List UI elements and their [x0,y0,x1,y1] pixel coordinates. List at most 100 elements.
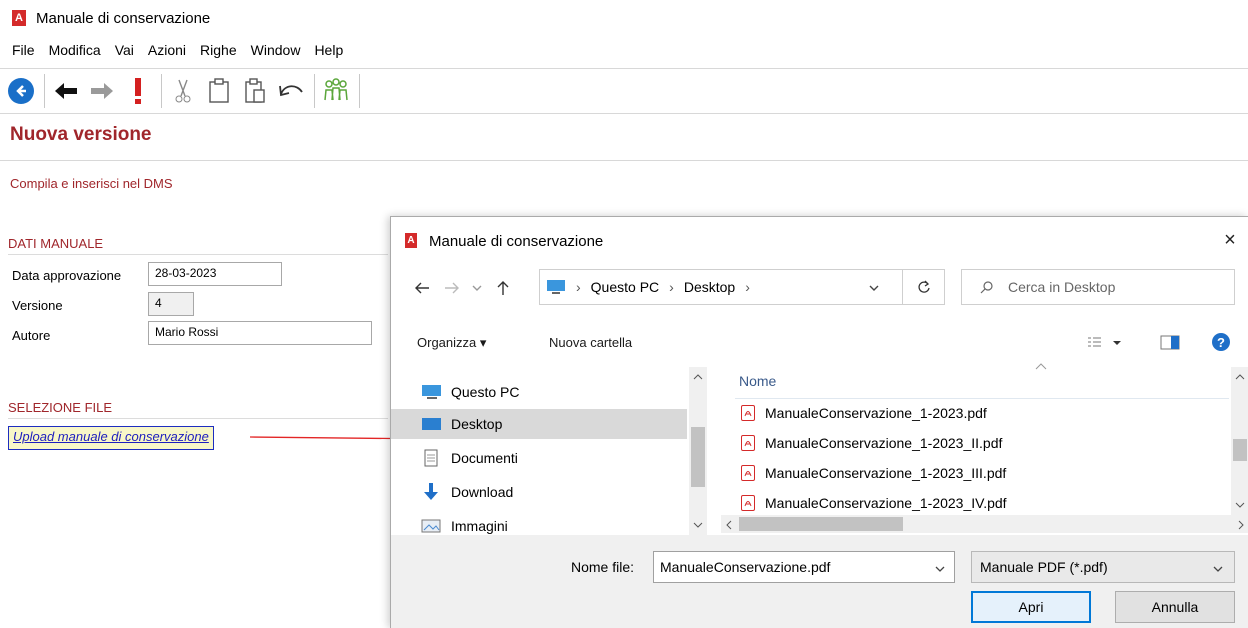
monitor-icon [421,384,441,400]
svg-text:?: ? [1217,335,1225,350]
title-bar: A Manuale di conservazione [0,0,1248,36]
menu-righe[interactable]: Righe [200,42,239,64]
nav-label: Questo PC [451,384,520,400]
section-divider [8,254,388,255]
new-folder-button[interactable]: Nuova cartella [549,335,632,350]
address-bar[interactable]: › Questo PC › Desktop › [539,269,903,305]
pdf-file-icon [741,465,755,481]
nav-item-download[interactable]: Download [421,477,513,507]
undo-icon [279,85,303,97]
upload-manuale-link[interactable]: Upload manuale di conservazione [8,426,214,450]
file-name-input[interactable]: ManualeConservazione.pdf [653,551,955,583]
breadcrumb-questo-pc[interactable]: Questo PC [591,279,659,295]
nav-label: Immagini [451,518,508,534]
address-separator: › [669,279,674,295]
download-icon [421,483,441,500]
nav-label: Desktop [451,416,503,432]
scissors-icon [175,79,191,103]
open-button[interactable]: Apri [971,591,1091,623]
dialog-title: Manuale di conservazione [429,233,604,250]
users-button[interactable] [321,73,351,109]
h-scroll-thumb[interactable] [739,517,903,531]
address-separator: › [745,279,750,295]
versione-input[interactable]: 4 [148,292,194,316]
file-name: ManualeConservazione_1-2023_III.pdf [765,465,1007,481]
file-name: ManualeConservazione_1-2023.pdf [765,405,987,421]
menu-vai[interactable]: Vai [115,42,136,64]
data-approvazione-input[interactable]: 28-03-2023 [148,262,282,286]
file-scroll-thumb[interactable] [1233,439,1247,461]
file-name: ManualeConservazione_1-2023_IV.pdf [765,495,1007,511]
help-icon[interactable]: ? [1211,332,1231,352]
file-name: ManualeConservazione_1-2023_II.pdf [765,435,1003,451]
label-versione: Versione [12,298,63,313]
app-logo-icon: A [12,10,26,26]
column-header-nome[interactable]: Nome [739,373,776,389]
nav-scroll-thumb[interactable] [691,427,705,487]
menu-file[interactable]: File [12,42,37,64]
breadcrumb-desktop[interactable]: Desktop [684,279,735,295]
sort-ascending-icon [1035,363,1047,370]
preview-pane-button[interactable] [1159,333,1181,351]
view-options-button[interactable] [1087,335,1127,351]
toolbar [0,68,1248,114]
scroll-left-icon[interactable] [725,520,733,530]
toolbar-separator [359,74,360,108]
back-circle-button[interactable] [6,73,36,109]
menu-window[interactable]: Window [251,42,303,64]
toolbar-separator [161,74,162,108]
nav-item-documenti[interactable]: Documenti [421,443,518,473]
autore-input[interactable]: Mario Rossi [148,321,372,345]
divider [0,160,1248,161]
section-header-dati-manuale: DATI MANUALE [8,236,104,251]
dialog-close-button[interactable]: × [1219,229,1241,251]
forward-button[interactable] [87,73,117,109]
toolbar-separator [44,74,45,108]
scroll-down-icon[interactable] [1235,501,1245,509]
filter-value: Manuale PDF (*.pdf) [980,559,1108,575]
nav-forward-button[interactable] [443,281,461,295]
menu-help[interactable]: Help [314,42,345,64]
file-type-filter[interactable]: Manuale PDF (*.pdf) [971,551,1235,583]
pdf-file-icon [741,495,755,511]
nav-up-button[interactable] [495,279,511,297]
undo-button[interactable] [276,73,306,109]
image-icon [421,518,441,534]
back-button[interactable] [51,73,81,109]
menu-azioni[interactable]: Azioni [148,42,188,64]
paste-button[interactable] [240,73,270,109]
page-title: Nuova versione [10,124,152,145]
search-input[interactable]: Cerca in Desktop [961,269,1235,305]
copy-button[interactable] [204,73,234,109]
file-item[interactable]: ManualeConservazione_1-2023.pdf [741,399,987,427]
refresh-button[interactable] [903,269,945,305]
menu-modifica[interactable]: Modifica [49,42,103,64]
scroll-up-icon[interactable] [1235,373,1245,381]
file-name-label: Nome file: [571,559,635,575]
search-placeholder: Cerca in Desktop [1008,279,1116,295]
nav-back-button[interactable] [413,281,431,295]
file-open-dialog: A Manuale di conservazione × › Questo PC… [390,216,1248,628]
menu-bar: File Modifica Vai Azioni Righe Window He… [0,42,345,64]
scroll-right-icon[interactable] [1237,520,1245,530]
chevron-down-icon[interactable] [868,283,880,293]
cancel-button[interactable]: Annulla [1115,591,1235,623]
pdf-file-icon [741,435,755,451]
organize-menu-button[interactable]: Organizza ▾ [417,335,486,351]
toolbar-separator [314,74,315,108]
monitor-icon [547,280,565,294]
nav-item-questo-pc[interactable]: Questo PC [421,377,519,407]
refresh-icon [917,280,930,293]
file-item[interactable]: ManualeConservazione_1-2023_II.pdf [741,429,1002,457]
window-title: Manuale di conservazione [36,9,211,27]
file-item[interactable]: ManualeConservazione_1-2023_IV.pdf [741,489,1007,517]
people-icon [324,78,348,101]
alert-button[interactable] [123,73,153,109]
scroll-down-icon[interactable] [693,521,703,529]
file-item[interactable]: ManualeConservazione_1-2023_III.pdf [741,459,1006,487]
recent-locations-button[interactable] [471,283,483,293]
scroll-up-icon[interactable] [693,373,703,381]
nav-item-desktop[interactable]: Desktop [391,409,687,439]
cut-button[interactable] [168,73,198,109]
chevron-down-icon[interactable] [934,564,946,574]
